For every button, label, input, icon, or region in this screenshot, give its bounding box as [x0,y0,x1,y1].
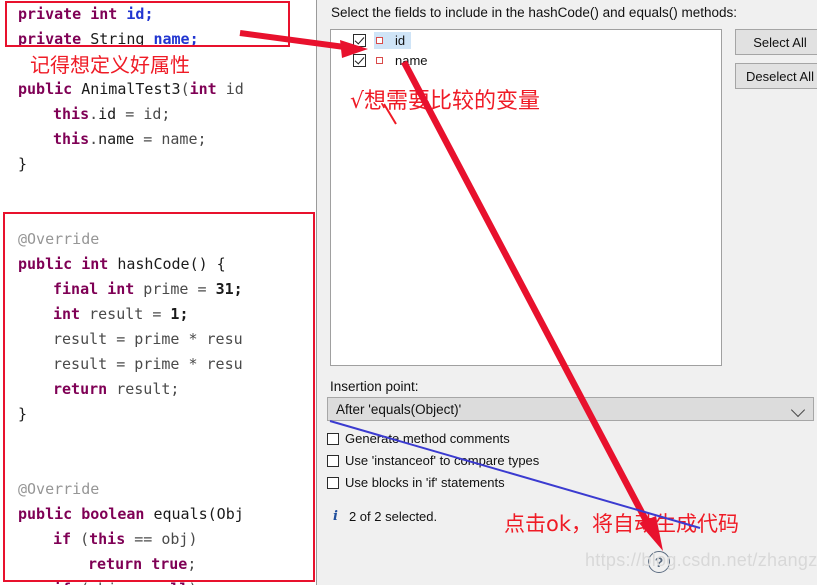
code-token: id [216,80,244,98]
code-token: . [89,130,99,148]
code-token: ; [161,105,171,123]
private-field-icon [376,36,383,44]
option-label: Generate method comments [345,431,510,446]
annotation-text-variables: √想需要比较的变量 [350,89,541,114]
dialog-prompt-label: Select the fields to include in the hash… [331,5,737,20]
field-label-wrap: name [374,52,434,69]
option-label: Use 'instanceof' to compare types [345,453,540,468]
info-icon: i [333,509,338,524]
code-line: this.id = id; [53,102,170,127]
code-token: this [53,105,90,123]
chevron-down-icon [790,402,806,418]
field-list-item[interactable]: name [331,50,721,70]
insertion-point-label: Insertion point: [330,379,419,394]
code-token: this [53,130,90,148]
private-field-icon [376,56,383,64]
field-label: id [395,32,406,48]
code-line: } [18,152,27,177]
annotation-text-attributes: 记得想定义好属性 [30,53,190,77]
code-token: name [161,130,198,148]
field-checkbox[interactable] [353,53,366,67]
code-token: AnimalTest3 [81,80,181,98]
annotation-box-fields [5,1,290,47]
field-list[interactable]: id name [330,29,722,366]
option-row[interactable]: Use blocks in 'if' statements [327,475,505,490]
code-token: id [98,105,117,123]
option-checkbox[interactable] [327,454,339,467]
code-token: ; [197,130,207,148]
code-line: public AnimalTest3(int id [18,77,244,102]
option-checkbox[interactable] [327,432,339,445]
code-token: public [18,80,73,98]
insertion-point-select[interactable]: After 'equals(Object)' [327,397,814,421]
status-row: i 2 of 2 selected. [333,509,437,524]
deselect-all-button[interactable]: Deselect All [735,63,817,89]
option-checkbox[interactable] [327,476,339,489]
field-checkbox[interactable] [353,33,366,47]
field-list-item[interactable]: id [331,30,721,50]
annotation-box-methods [3,212,315,582]
watermark-text: https://blog.csdn.net/zhangzhanbin [585,550,817,570]
code-token: } [18,155,28,173]
option-row[interactable]: Generate method comments [327,431,510,446]
insertion-point-value: After 'equals(Object)' [336,401,462,417]
selection-status-text: 2 of 2 selected. [348,509,438,524]
code-token: name [98,130,135,148]
code-token: id [143,105,162,123]
option-row[interactable]: Use 'instanceof' to compare types [327,453,539,468]
annotation-text-click-ok: 点击ok，将自动生成代码 [504,512,740,536]
option-label: Use blocks in 'if' statements [345,475,505,490]
code-token: = [116,105,144,123]
code-editor-panel[interactable]: private int id; private String name; publi… [0,0,317,585]
select-all-button[interactable]: Select All [735,29,817,55]
code-token: . [89,105,99,123]
code-token: int [189,80,217,98]
code-token: = [134,130,162,148]
code-line: this.name = name; [53,127,207,152]
field-label-wrap: id [374,31,412,49]
code-token: ( [180,80,190,98]
field-label: name [395,52,428,68]
